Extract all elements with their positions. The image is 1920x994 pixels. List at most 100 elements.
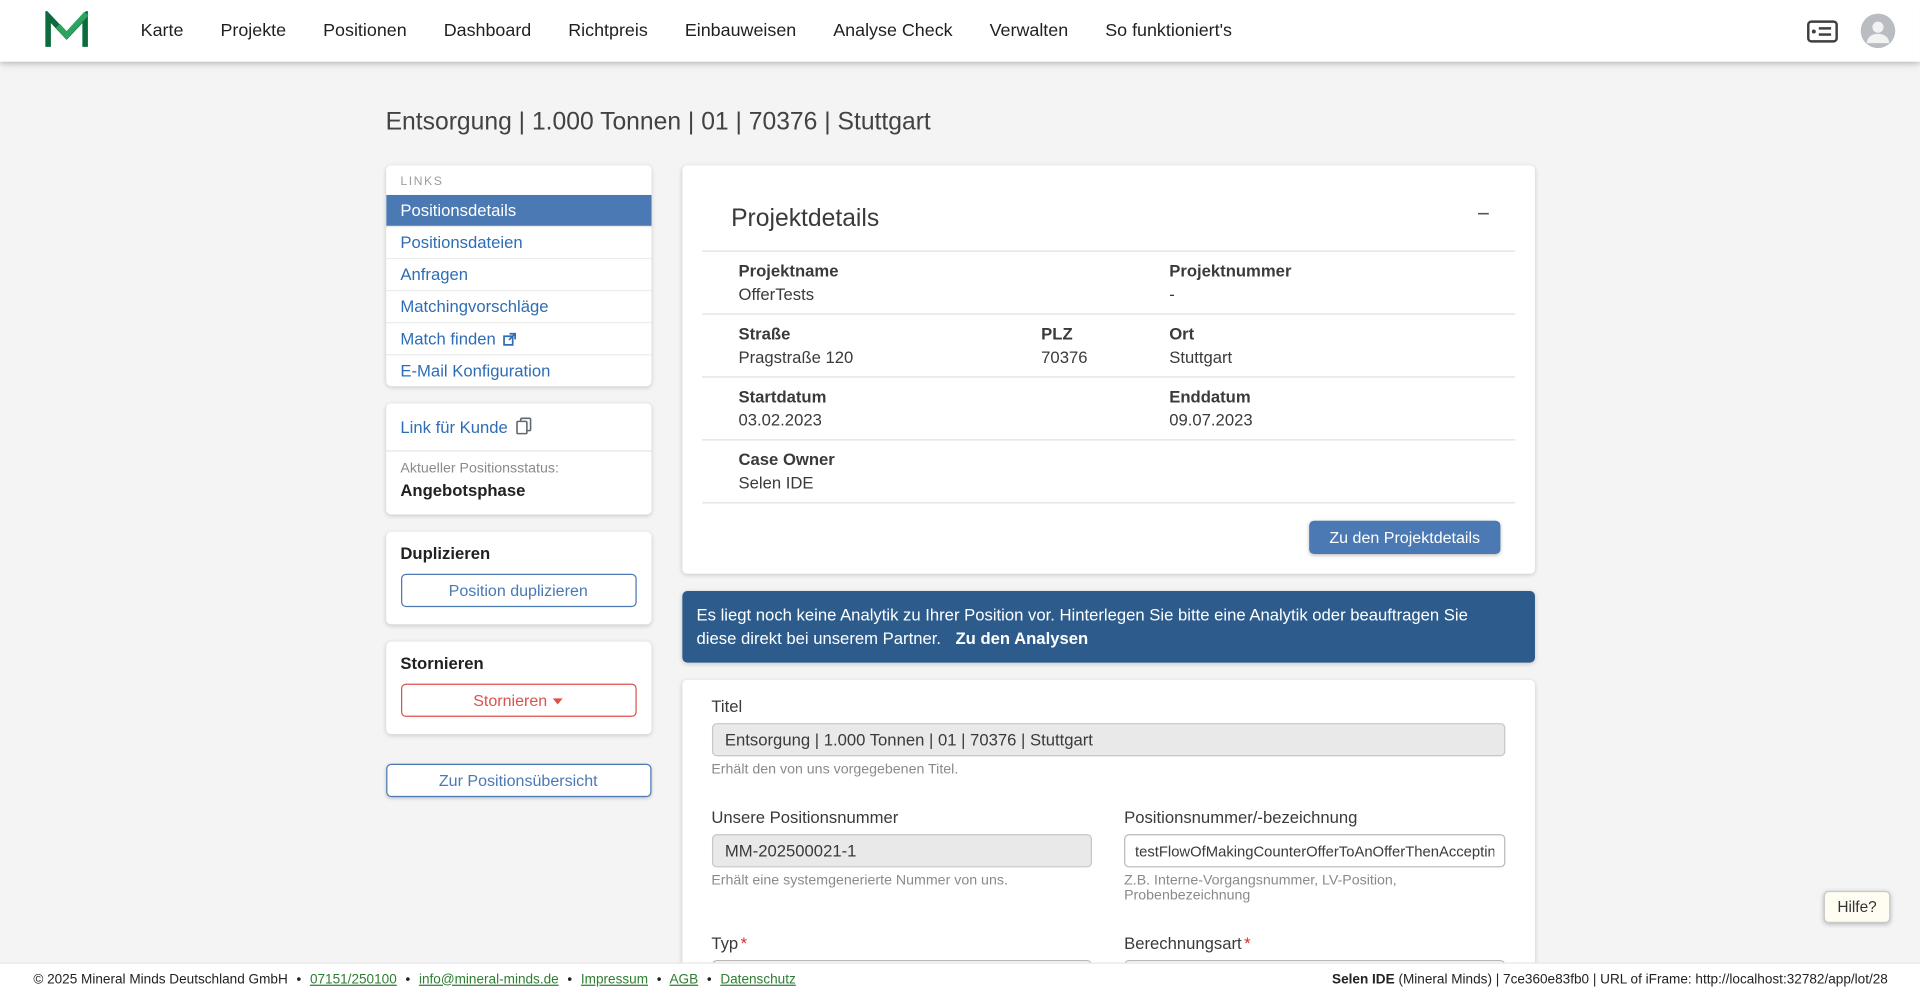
nav-item-verwalten[interactable]: Verwalten — [990, 21, 1069, 41]
account-avatar[interactable] — [1860, 13, 1896, 49]
field-label: Straße — [738, 324, 791, 344]
our-position-number-helper: Erhält eine systemgenerierte Nummer von … — [711, 873, 1008, 889]
table-row: Case Owner Selen IDE — [701, 441, 1515, 504]
top-navbar: Karte Projekte Positionen Dashboard Rich… — [0, 0, 1920, 62]
sidebar-item-label: Anfragen — [400, 265, 469, 284]
separator: • — [567, 971, 573, 987]
footer-link-agb[interactable]: AGB — [669, 972, 698, 987]
cancel-card: Stornieren Stornieren — [385, 641, 651, 735]
links-card: LINKS Positionsdetails Positionsdateien … — [385, 165, 651, 387]
field-value: Pragstraße 120 — [738, 347, 854, 367]
main-content: Projektdetails − Projektname OfferTests … — [681, 165, 1535, 994]
field-label: Ort — [1169, 324, 1195, 344]
chevron-down-icon — [553, 698, 564, 705]
main-nav: Karte Projekte Positionen Dashboard Rich… — [141, 21, 1807, 41]
position-form-card: Titel Erhält den von uns vorgegebenen Ti… — [681, 679, 1535, 994]
server-icon[interactable] — [1806, 19, 1838, 42]
help-button[interactable]: Hilfe? — [1823, 890, 1891, 923]
go-to-analyses-link[interactable]: Zu den Analysen — [956, 629, 1089, 648]
titel-helper: Erhält den von uns vorgegebenen Titel. — [711, 762, 959, 778]
berechnungsart-label: Berechnungsart * — [1124, 934, 1505, 953]
page-container: Entsorgung | 1.000 Tonnen | 01 | 70376 |… — [385, 106, 1535, 994]
copyright-text: © 2025 Mineral Minds Deutschland GmbH — [33, 971, 288, 987]
table-row: Straße Pragstraße 120 PLZ 70376 Ort Stut… — [701, 315, 1515, 378]
position-overview-button[interactable]: Zur Positionsübersicht — [385, 763, 651, 798]
field-value: 09.07.2023 — [1169, 410, 1253, 430]
field-value: 03.02.2023 — [738, 410, 822, 430]
nav-item-karte[interactable]: Karte — [141, 21, 184, 41]
our-position-number-field: Unsere Positionsnummer Erhält eine syste… — [711, 808, 1093, 903]
field-value: OfferTests — [738, 285, 815, 304]
avatar-icon — [1860, 13, 1896, 49]
nav-item-analyse-check[interactable]: Analyse Check — [833, 21, 952, 41]
table-row: Startdatum 03.02.2023 Enddatum 09.07.202… — [701, 378, 1515, 441]
app-viewport: Karte Projekte Positionen Dashboard Rich… — [0, 0, 1920, 994]
field-value: - — [1169, 285, 1175, 304]
nav-item-richtpreis[interactable]: Richtpreis — [568, 21, 648, 41]
position-status-value: Angebotsphase — [400, 481, 526, 500]
footer-link-datenschutz[interactable]: Datenschutz — [720, 972, 795, 987]
sidebar-item-positionsdetails[interactable]: Positionsdetails — [385, 194, 651, 228]
cancel-position-button[interactable]: Stornieren — [400, 683, 637, 717]
project-details-card: Projektdetails − Projektname OfferTests … — [681, 165, 1535, 574]
sidebar-item-email-konfiguration[interactable]: E-Mail Konfiguration — [386, 355, 651, 386]
status-card: Link für Kunde Aktueller Positionsstatus… — [385, 403, 651, 515]
titel-input — [711, 723, 1505, 757]
typ-label-text: Typ — [711, 934, 739, 953]
copy-icon — [515, 417, 531, 438]
sidebar-item-label: Matchingvorschläge — [400, 297, 549, 316]
cancel-button-label: Stornieren — [473, 690, 548, 710]
analytics-info-banner: Es liegt noch keine Analytik zu Ihrer Po… — [681, 591, 1535, 663]
position-number-field: Positionsnummer/-bezeichnung Z.B. Intern… — [1124, 808, 1505, 903]
berechnungsart-label-text: Berechnungsart — [1124, 934, 1242, 953]
duplicate-card: Duplizieren Position duplizieren — [385, 531, 651, 625]
position-number-input[interactable] — [1124, 834, 1505, 868]
separator: • — [706, 971, 712, 987]
footer-link-phone[interactable]: 07151/250100 — [310, 972, 397, 987]
customer-link[interactable]: Link für Kunde — [400, 417, 636, 438]
our-position-number-label: Unsere Positionsnummer — [711, 808, 899, 827]
navbar-right — [1806, 13, 1896, 49]
project-details-table: Projektname OfferTests Projektnummer - S… — [701, 250, 1515, 504]
nav-item-positionen[interactable]: Positionen — [323, 21, 407, 41]
sidebar-item-label: Positionsdetails — [400, 201, 517, 220]
position-number-helper: Z.B. Interne-Vorgangsnummer, LV-Position… — [1124, 873, 1397, 904]
divider — [385, 450, 651, 452]
sidebar-item-label: Match finden — [400, 329, 496, 348]
footer-link-impressum[interactable]: Impressum — [581, 972, 648, 987]
project-details-title: Projektdetails — [731, 204, 880, 232]
separator: • — [405, 971, 411, 987]
our-position-number-input — [711, 834, 1093, 868]
session-details: (Mineral Minds) | 7ce360e83fb0 | URL of … — [1394, 971, 1888, 987]
mineral-minds-logo[interactable] — [44, 11, 89, 50]
field-label: Enddatum — [1169, 387, 1251, 406]
table-row: Projektname OfferTests Projektnummer - — [701, 252, 1515, 315]
footer-link-email[interactable]: info@mineral-minds.de — [419, 972, 559, 987]
footer: © 2025 Mineral Minds Deutschland GmbH • … — [0, 962, 1920, 994]
nav-item-projekte[interactable]: Projekte — [220, 21, 286, 41]
field-label: Projektnummer — [1169, 261, 1292, 281]
customer-link-label: Link für Kunde — [400, 418, 508, 437]
sidebar-item-match-finden[interactable]: Match finden — [385, 323, 651, 356]
field-value: Stuttgart — [1169, 347, 1233, 367]
session-user: Selen IDE — [1332, 971, 1395, 987]
links-header: LINKS — [400, 175, 444, 189]
collapse-icon[interactable]: − — [1477, 202, 1490, 224]
nav-item-dashboard[interactable]: Dashboard — [444, 21, 532, 41]
duplicate-position-button[interactable]: Position duplizieren — [400, 573, 637, 608]
sidebar-item-positionsdateien[interactable]: Positionsdateien — [385, 227, 651, 260]
field-label: Startdatum — [738, 387, 827, 406]
sidebar-item-matchingvorschlaege[interactable]: Matchingvorschläge — [385, 291, 651, 324]
nav-item-einbauweisen[interactable]: Einbauweisen — [685, 21, 796, 41]
sidebar-item-anfragen[interactable]: Anfragen — [385, 259, 651, 292]
field-label: Projektname — [738, 261, 839, 281]
go-to-project-details-button[interactable]: Zu den Projektdetails — [1309, 520, 1500, 555]
sidebar-item-label: Positionsdateien — [400, 233, 523, 252]
separator: • — [296, 971, 302, 987]
nav-item-so-funktionierts[interactable]: So funktioniert's — [1105, 21, 1232, 41]
field-value: Selen IDE — [738, 473, 814, 493]
field-value: 70376 — [1041, 347, 1088, 367]
titel-field: Titel Erhält den von uns vorgegebenen Ti… — [711, 697, 1505, 778]
sidebar-item-label: E-Mail Konfiguration — [400, 361, 551, 381]
sidebar: LINKS Positionsdetails Positionsdateien … — [385, 165, 651, 798]
